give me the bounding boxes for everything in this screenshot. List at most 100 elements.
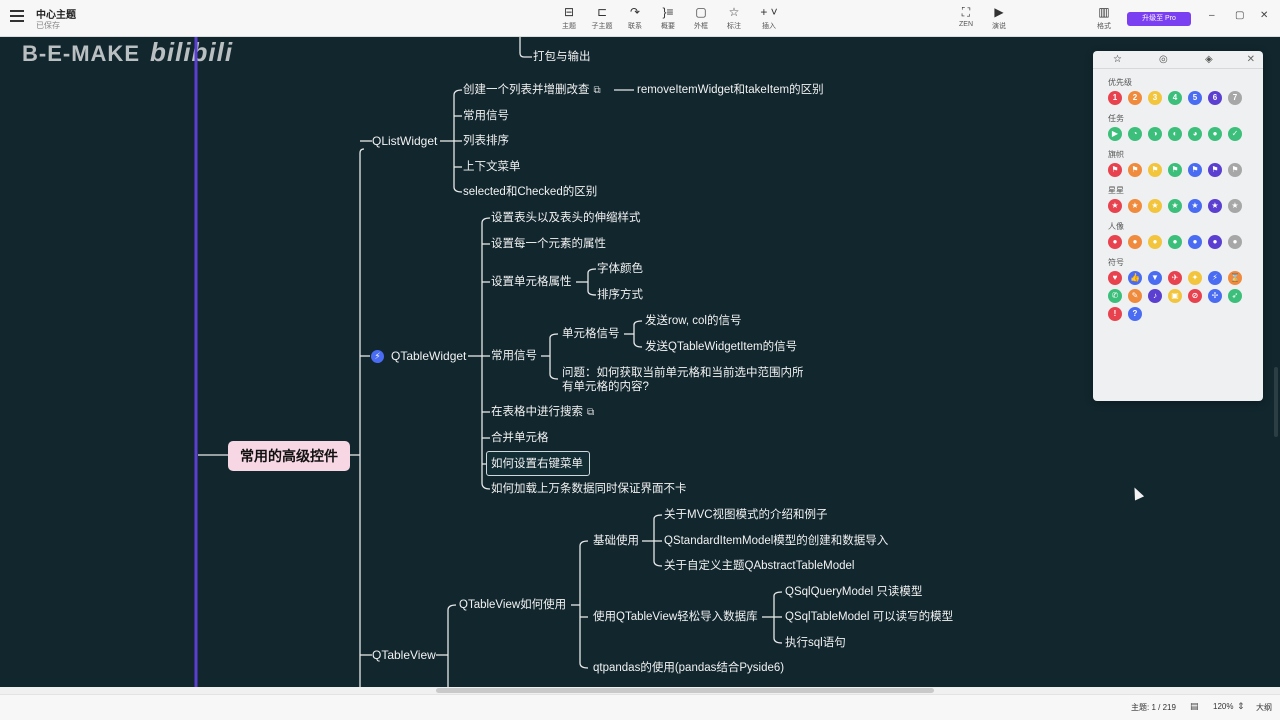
marker-icon[interactable]: ● (1228, 235, 1242, 249)
node-sort-mode[interactable]: 排序方式 (597, 288, 643, 302)
node-qtableview[interactable]: QTableView (372, 648, 436, 662)
vertical-scrollbar[interactable] (1274, 367, 1278, 437)
marker-icon[interactable]: ⚡ (1208, 271, 1222, 285)
close-panel-icon[interactable]: ✕ (1247, 54, 1255, 65)
marker-icon[interactable]: ◑ (1148, 127, 1162, 141)
marker-icon[interactable]: ⚑ (1128, 163, 1142, 177)
maximize-icon[interactable]: ▢ (1235, 10, 1244, 21)
marker-icon[interactable]: ★ (1108, 199, 1122, 213)
lightning-marker-icon[interactable]: ⚡ (371, 350, 384, 363)
node-mvc-intro[interactable]: 关于MVC视图模式的介绍和例子 (664, 508, 828, 522)
marker-icon[interactable]: ▼ (1148, 271, 1162, 285)
node-qtpandas[interactable]: qtpandas的使用(pandas结合Pyside6) (593, 661, 784, 675)
marker-icon[interactable]: ★ (1168, 199, 1182, 213)
node-table-model[interactable]: QSqlTableModel 可以读写的模型 (785, 610, 953, 624)
marker-icon[interactable]: ✓ (1228, 127, 1242, 141)
marker-icon[interactable]: ● (1108, 235, 1122, 249)
marker-icon[interactable]: ★ (1228, 199, 1242, 213)
marker-icon[interactable]: ✦ (1188, 271, 1202, 285)
present-button[interactable]: ▶ 演说 (981, 5, 1017, 31)
mindmap-canvas[interactable]: B-E-MAKE bilibili 打包与输出 QListWidget 创建一个… (0, 37, 1280, 687)
marker-icon[interactable]: ✎ (1128, 289, 1142, 303)
node-table-signals[interactable]: 常用信号 (491, 349, 537, 363)
toolbar-summary-button[interactable]: }≡ 概要 (650, 5, 686, 31)
toolbar-callout-button[interactable]: ☆ 标注 (716, 5, 752, 31)
marker-icon[interactable]: 3 (1148, 91, 1162, 105)
marker-icon[interactable]: ★ (1128, 199, 1142, 213)
node-font-color[interactable]: 字体颜色 (597, 262, 643, 276)
node-advanced-widgets[interactable]: 常用的高级控件 (228, 441, 350, 471)
marker-icon[interactable]: ★ (1148, 199, 1162, 213)
marker-icon[interactable]: ◕ (1188, 127, 1202, 141)
toolbar-relationship-button[interactable]: ↷ 联系 (617, 5, 653, 31)
node-db-import[interactable]: 使用QTableView轻松导入数据库 (593, 610, 758, 624)
marker-icon[interactable]: 1 (1108, 91, 1122, 105)
outline-view-button[interactable]: 大纲 (1256, 702, 1272, 713)
node-cell-attr[interactable]: 设置单元格属性 (491, 275, 572, 289)
marker-icon[interactable]: ⚑ (1188, 163, 1202, 177)
node-packaging[interactable]: 打包与输出 (533, 50, 591, 64)
node-send-rowcol[interactable]: 发送row, col的信号 (645, 314, 742, 328)
marker-icon[interactable]: ● (1208, 235, 1222, 249)
node-exec-sql[interactable]: 执行sql语句 (785, 636, 846, 650)
node-merge-cells[interactable]: 合并单元格 (491, 431, 549, 445)
marker-icon[interactable]: ⊘ (1188, 289, 1202, 303)
zoom-stepper-icon[interactable]: ⇕ (1237, 701, 1245, 712)
node-selected-checked[interactable]: selected和Checked的区别 (463, 185, 597, 199)
toolbar-topic-button[interactable]: ⊟ 主题 (551, 5, 587, 31)
node-question[interactable]: 问题：如何获取当前单元格和当前选中范围内所 有单元格的内容? (562, 366, 804, 394)
node-qlistwidget[interactable]: QListWidget (372, 134, 437, 148)
marker-icon[interactable]: ⚑ (1108, 163, 1122, 177)
marker-icon[interactable]: ▶ (1108, 127, 1122, 141)
node-context-menu[interactable]: 上下文菜单 (463, 160, 521, 174)
node-list-crud[interactable]: 创建一个列表并增删改查 ⧉ (463, 83, 601, 98)
marker-icon[interactable]: ! (1108, 307, 1122, 321)
marker-icon[interactable]: ♥ (1108, 271, 1122, 285)
marker-icon[interactable]: ➶ (1228, 289, 1242, 303)
node-basic-usage[interactable]: 基础使用 (593, 534, 639, 548)
marker-icon[interactable]: ◔ (1128, 127, 1142, 141)
node-remove-vs-take[interactable]: removeItemWidget和takeItem的区别 (637, 83, 824, 97)
marker-icon[interactable]: ✢ (1208, 289, 1222, 303)
node-right-click-menu[interactable]: 如何设置右键菜单 (491, 457, 583, 471)
marker-icon[interactable]: ⚑ (1168, 163, 1182, 177)
format-panel-button[interactable]: ▥ 格式 (1086, 5, 1122, 31)
marker-icon[interactable]: ✆ (1108, 289, 1122, 303)
marker-icon[interactable]: 7 (1228, 91, 1242, 105)
marker-icon[interactable]: 2 (1128, 91, 1142, 105)
node-list-sort[interactable]: 列表排序 (463, 134, 509, 148)
zoom-level[interactable]: 120% (1213, 702, 1233, 711)
marker-icon[interactable]: 5 (1188, 91, 1202, 105)
map-book-icon[interactable]: ▤ (1190, 701, 1199, 712)
marker-icon[interactable]: ⌛ (1228, 271, 1242, 285)
hamburger-menu-icon[interactable] (10, 10, 24, 24)
node-query-model[interactable]: QSqlQueryModel 只读模型 (785, 585, 922, 599)
node-big-data[interactable]: 如何加载上万条数据同时保证界面不卡 (491, 482, 687, 496)
horizontal-scrollbar[interactable] (0, 687, 1280, 694)
marker-tab-icon[interactable]: ☆ (1113, 54, 1122, 65)
marker-icon[interactable]: ♪ (1148, 289, 1162, 303)
marker-icon[interactable]: ★ (1208, 199, 1222, 213)
minimize-icon[interactable]: – (1209, 10, 1215, 21)
marker-icon[interactable]: ◐ (1168, 127, 1182, 141)
marker-icon[interactable]: ✈ (1168, 271, 1182, 285)
illustration-tab-icon[interactable]: ◈ (1205, 54, 1213, 65)
node-tableview-howto[interactable]: QTableView如何使用 (459, 598, 566, 612)
marker-icon[interactable]: ▣ (1168, 289, 1182, 303)
marker-icon[interactable]: ? (1128, 307, 1142, 321)
marker-icon[interactable]: ⚑ (1148, 163, 1162, 177)
marker-icon[interactable]: ⚑ (1208, 163, 1222, 177)
node-header-style[interactable]: 设置表头以及表头的伸缩样式 (491, 211, 641, 225)
upgrade-pro-button[interactable]: 升级至 Pro (1127, 12, 1191, 26)
toolbar-boundary-button[interactable]: ▢ 外框 (683, 5, 719, 31)
external-link-icon[interactable]: ⧉ (587, 407, 594, 418)
marker-icon[interactable]: 👍 (1128, 271, 1142, 285)
marker-icon[interactable]: ● (1148, 235, 1162, 249)
node-send-item[interactable]: 发送QTableWidgetItem的信号 (645, 340, 797, 354)
node-list-signals[interactable]: 常用信号 (463, 109, 509, 123)
marker-icon[interactable]: ● (1188, 235, 1202, 249)
close-window-icon[interactable]: ✕ (1260, 10, 1268, 21)
marker-icon[interactable]: ★ (1188, 199, 1202, 213)
node-qtablewidget[interactable]: QTableWidget (391, 349, 466, 363)
node-item-attr[interactable]: 设置每一个元素的属性 (491, 237, 606, 251)
